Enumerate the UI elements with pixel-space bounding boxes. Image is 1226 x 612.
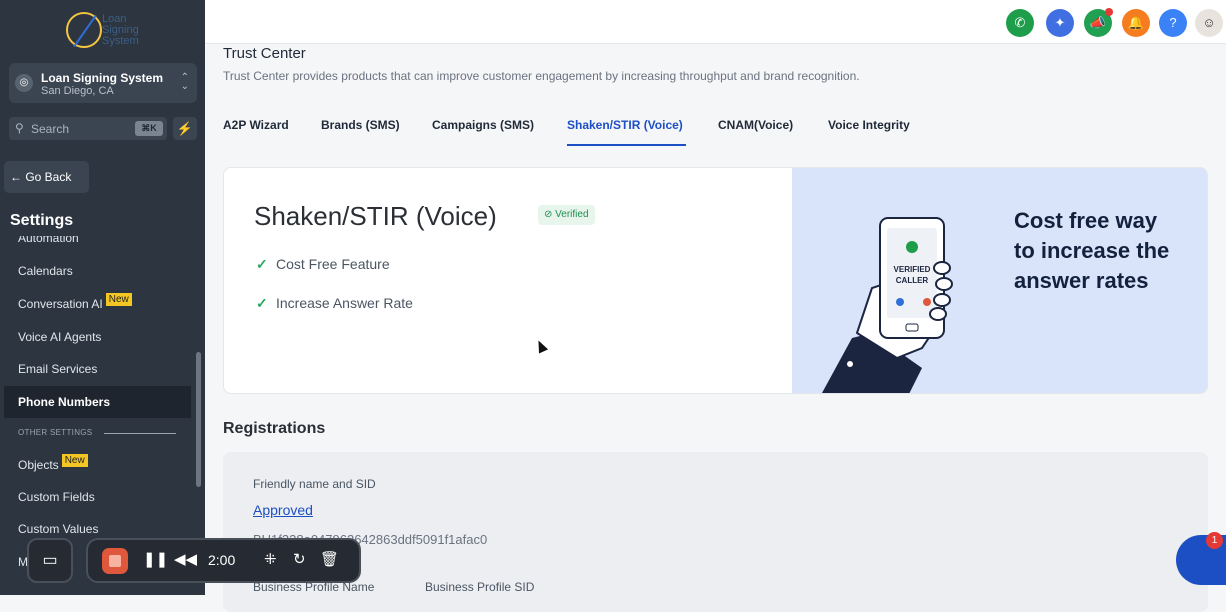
trash-icon[interactable]: 🗑 bbox=[320, 550, 339, 568]
sidebar-item-conversation-ai[interactable]: Conversation AI New bbox=[4, 288, 191, 320]
grid-icon[interactable]: ⁜ bbox=[264, 550, 277, 568]
verified-caller-illustration: VERIFIED CALLER bbox=[822, 217, 953, 393]
approved-link[interactable]: Approved bbox=[253, 502, 313, 518]
chevron-updown-icon: ⌃ ⌄ bbox=[180, 72, 189, 92]
check-icon: ✓ bbox=[256, 295, 268, 311]
page-description: Trust Center provides products that can … bbox=[223, 69, 860, 83]
account-name: Loan Signing System bbox=[41, 71, 164, 85]
phone-icon[interactable]: ✆ bbox=[1006, 9, 1034, 37]
chat-widget-button[interactable]: 1 bbox=[1176, 532, 1226, 585]
recording-time: 2:00 bbox=[208, 552, 236, 568]
check-icon: ✓ bbox=[256, 256, 268, 272]
restart-icon[interactable]: ↻ bbox=[293, 550, 306, 568]
friendly-name-label: Friendly name and SID bbox=[253, 477, 376, 491]
status-badge: ⊘ Verified bbox=[538, 205, 595, 225]
status-badge-label: Verified bbox=[555, 209, 589, 220]
feature-item: ✓ Cost Free Feature bbox=[256, 256, 390, 273]
sidebar-item-email-services[interactable]: Email Services bbox=[4, 353, 191, 385]
bell-icon[interactable]: 🔔 bbox=[1122, 9, 1150, 37]
sidebar-item-objects[interactable]: Objects New bbox=[4, 449, 191, 481]
megaphone-icon[interactable]: 📣 bbox=[1084, 8, 1113, 37]
registrations-title: Registrations bbox=[223, 420, 326, 437]
settings-title: Settings bbox=[10, 212, 74, 229]
chat-badge: 1 bbox=[1206, 532, 1223, 549]
promo-text: Cost free way to increase the answer rat… bbox=[1014, 208, 1170, 293]
phone-text-caller: CALLER bbox=[896, 276, 929, 285]
magic-wand-icon[interactable]: ✦ bbox=[1046, 9, 1074, 37]
new-badge: New bbox=[105, 293, 132, 306]
help-icon[interactable]: ? bbox=[1159, 9, 1187, 37]
other-settings-label: OTHER SETTINGS bbox=[18, 428, 93, 437]
go-back-button[interactable]: ← Go Back bbox=[4, 161, 89, 193]
sidebar-item-phone-numbers[interactable]: Phone Numbers bbox=[4, 386, 191, 418]
pause-icon[interactable]: ❚❚ bbox=[143, 550, 168, 568]
sidebar-item-custom-fields[interactable]: Custom Fields bbox=[4, 481, 191, 513]
stop-recording-button[interactable] bbox=[102, 548, 128, 574]
new-badge: New bbox=[61, 454, 88, 467]
feature-label: Cost Free Feature bbox=[276, 256, 390, 272]
sidebar-item-label: Objects bbox=[18, 458, 59, 472]
quick-action-bolt-icon[interactable]: ⚡ bbox=[173, 117, 197, 140]
top-bar: ✆ ✦ 📣 🔔 ? ☺ bbox=[205, 0, 1226, 44]
registration-card: Friendly name and SID Approved BU1f328a0… bbox=[223, 452, 1208, 612]
recording-toolbar: ❚❚ ◀◀ 2:00 ⁜ ↻ 🗑 bbox=[86, 538, 361, 583]
shaken-stir-card: Shaken/STIR (Voice) ⊘ Verified ✓ Cost Fre… bbox=[223, 167, 1208, 394]
account-icon: ◎ bbox=[15, 74, 33, 92]
tab-voice-integrity[interactable]: Voice Integrity bbox=[828, 118, 910, 132]
promo-panel: VERIFIED CALLER Cost free way to increas… bbox=[792, 168, 1207, 393]
tab-shaken-stir-voice[interactable]: Shaken/STIR (Voice) bbox=[567, 118, 683, 132]
check-circle-icon: ⊘ bbox=[544, 209, 553, 220]
phone-text-verified: VERIFIED bbox=[894, 265, 931, 274]
tab-a2p-wizard[interactable]: A2P Wizard bbox=[223, 118, 289, 132]
sidebar-item-automation[interactable]: Automation bbox=[4, 236, 191, 254]
rewind-icon[interactable]: ◀◀ bbox=[174, 550, 197, 568]
tab-cnam-voice[interactable]: CNAM(Voice) bbox=[718, 118, 793, 132]
avatar[interactable]: ☺ bbox=[1195, 9, 1223, 37]
divider bbox=[104, 433, 176, 434]
page-title: Trust Center bbox=[223, 45, 306, 62]
search-placeholder: Search bbox=[31, 122, 70, 136]
sidebar-item-calendars[interactable]: Calendars bbox=[4, 255, 191, 287]
search-shortcut: ⌘K bbox=[135, 121, 163, 136]
sidebar-item-voice-ai-agents[interactable]: Voice AI Agents bbox=[4, 321, 191, 353]
feature-item: ✓ Increase Answer Rate bbox=[256, 295, 413, 312]
logo-icon[interactable] bbox=[66, 12, 102, 48]
sidebar-scrollbar[interactable] bbox=[196, 352, 201, 487]
tab-campaigns-sms[interactable]: Campaigns (SMS) bbox=[432, 118, 534, 132]
tab-brands-sms[interactable]: Brands (SMS) bbox=[321, 118, 400, 132]
search-input[interactable]: ⚲ Search ⌘K bbox=[9, 117, 167, 140]
sidebar: Loan Signing System ◎ Loan Signing Syste… bbox=[0, 0, 205, 595]
business-profile-sid-header: Business Profile SID bbox=[425, 580, 535, 594]
account-switcher[interactable]: ◎ Loan Signing System San Diego, CA ⌃ ⌄ bbox=[9, 63, 197, 103]
active-tab-indicator bbox=[567, 144, 686, 146]
feature-label: Increase Answer Rate bbox=[276, 295, 413, 311]
search-icon: ⚲ bbox=[15, 121, 24, 135]
account-location: San Diego, CA bbox=[41, 85, 114, 97]
logo-text: Loan Signing System bbox=[102, 13, 139, 47]
card-title: Shaken/STIR (Voice) bbox=[254, 201, 497, 231]
camera-toggle-button[interactable]: ▭ bbox=[27, 538, 73, 583]
sidebar-item-label: Conversation AI bbox=[18, 297, 103, 311]
notification-dot bbox=[1105, 8, 1113, 16]
